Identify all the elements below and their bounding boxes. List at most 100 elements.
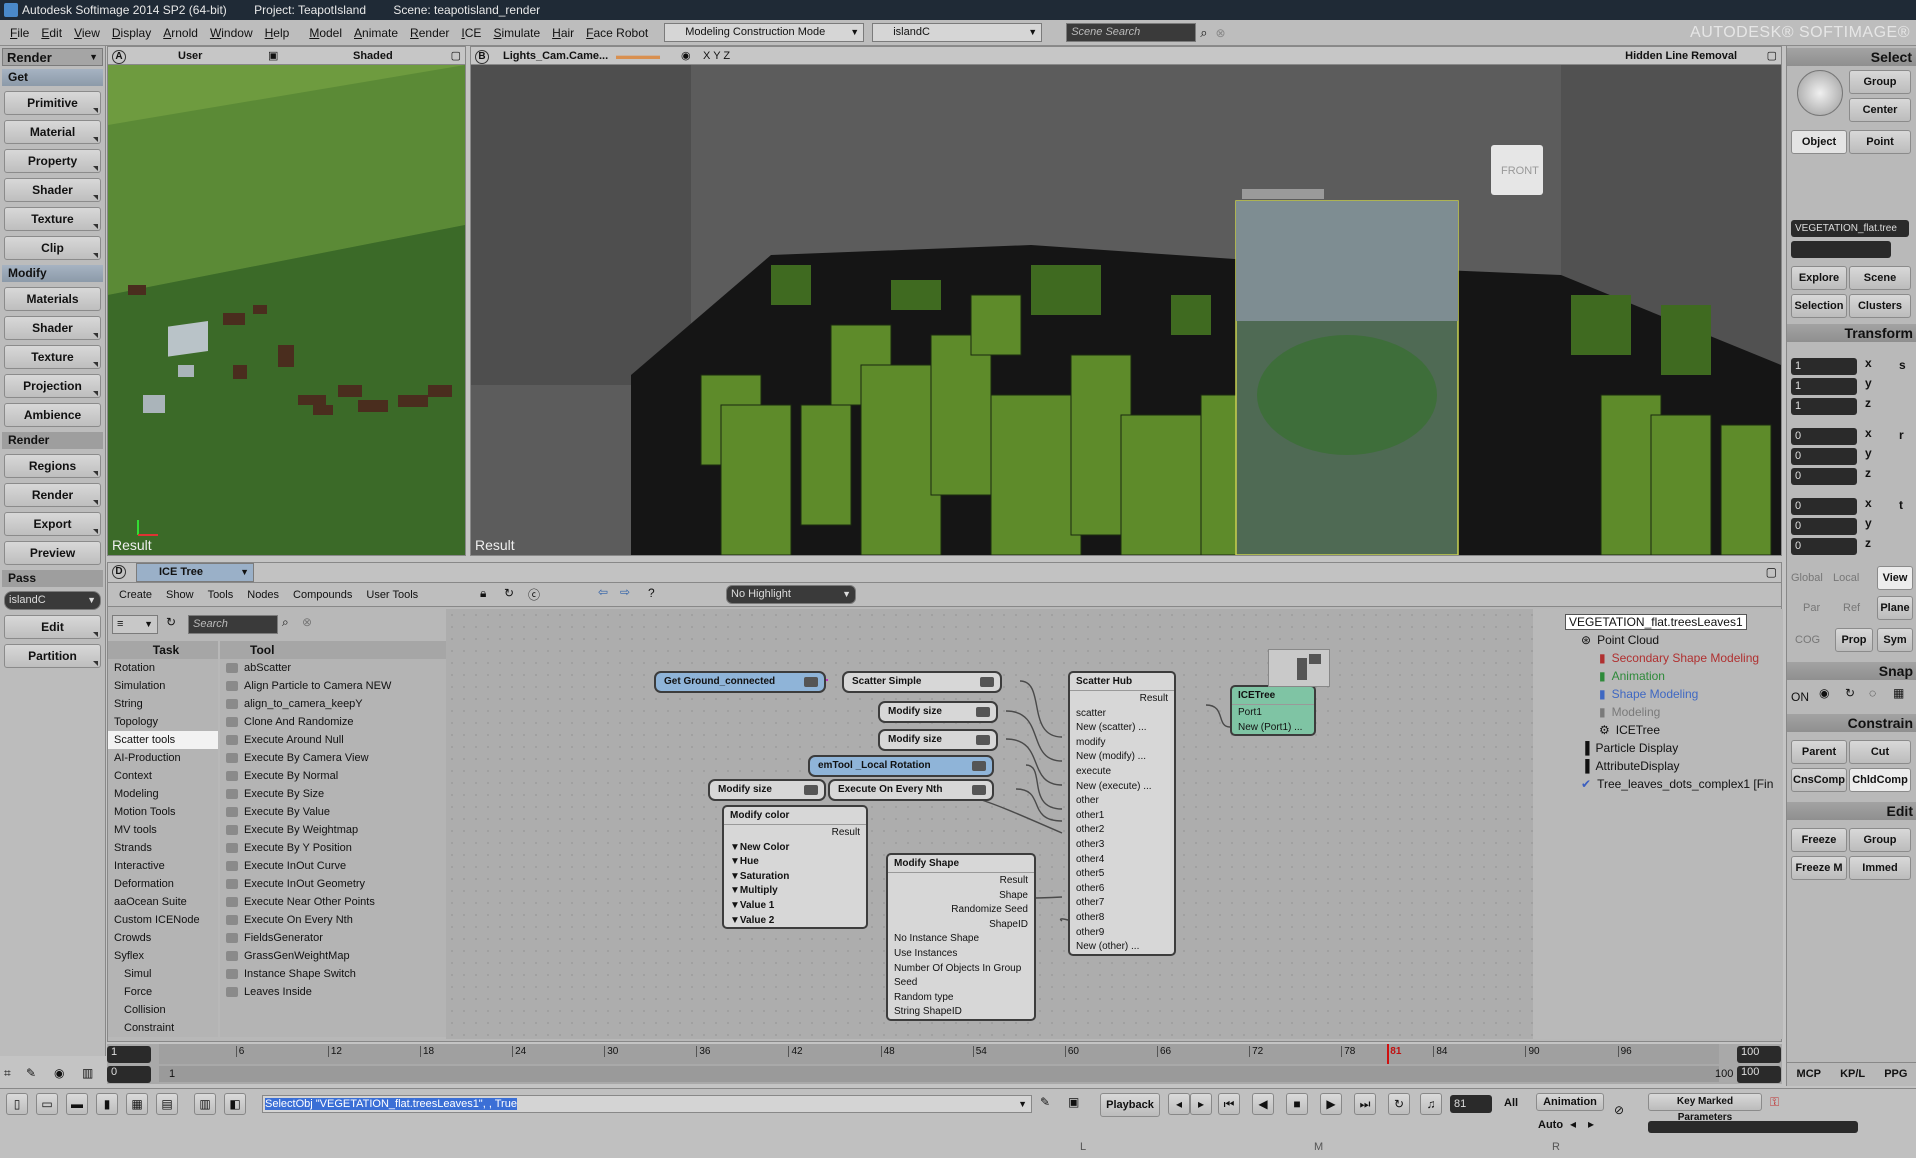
texture-button[interactable]: Texture — [4, 207, 101, 231]
graph-navigator[interactable] — [1268, 649, 1330, 687]
explorer-animation[interactable]: ▮ Animation — [1533, 667, 1783, 685]
material-button[interactable]: Material — [4, 120, 101, 144]
port-new-modify[interactable]: New (modify) ... — [1070, 749, 1174, 764]
port-saturation[interactable]: ▼Saturation — [724, 869, 866, 884]
timeline[interactable]: 1 0 6 12 18 24 30 36 42 48 54 60 66 72 78 81 84 90 96 1 … — [107, 1044, 1782, 1084]
construction-mode-combo[interactable]: Modeling Construction Mode ▼ — [664, 23, 865, 42]
snap-curve-icon[interactable]: ↻ — [1845, 686, 1855, 700]
ice-node-graph[interactable]: Get Ground_connected Scatter Simple Modi… — [446, 609, 1536, 1039]
menu-edit[interactable]: Edit — [35, 20, 68, 46]
explore-button[interactable]: Explore — [1791, 266, 1847, 290]
clear-icon[interactable]: ⓒ — [528, 586, 540, 603]
camera-icon[interactable]: ▣ — [268, 47, 278, 65]
menu-animate[interactable]: Animate — [348, 20, 404, 46]
tool-item[interactable]: FieldsGenerator — [220, 929, 446, 947]
modify-shader-button[interactable]: Shader — [4, 316, 101, 340]
task-item[interactable]: Crowds — [108, 929, 218, 947]
task-item[interactable]: Simulation — [108, 677, 218, 695]
port-other1[interactable]: other1 — [1070, 808, 1174, 823]
first-frame-icon[interactable]: ⏮ — [1218, 1093, 1240, 1115]
node-modify-shape[interactable]: Modify Shape Result Shape Randomize Seed… — [886, 853, 1036, 1021]
menu-render[interactable]: Render — [404, 20, 455, 46]
port-other7[interactable]: other7 — [1070, 895, 1174, 910]
tool-item[interactable]: Execute By Size — [220, 785, 446, 803]
clip-button[interactable]: Clip — [4, 236, 101, 260]
explorer-point-cloud[interactable]: ⊛ Point Cloud — [1533, 631, 1783, 649]
port-value-1[interactable]: ▼Value 1 — [724, 898, 866, 913]
primitive-button[interactable]: Primitive — [4, 91, 101, 115]
port-other2[interactable]: other2 — [1070, 822, 1174, 837]
chldcomp-button[interactable]: ChldComp — [1849, 768, 1911, 792]
translate-y-field[interactable]: 0 — [1791, 518, 1857, 535]
ref-toggle[interactable]: Ref — [1843, 602, 1860, 614]
snap-surface-icon[interactable]: ◌ — [1869, 686, 1876, 700]
tool-item[interactable]: Execute InOut Curve — [220, 857, 446, 875]
port-new-execute[interactable]: New (execute) ... — [1070, 779, 1174, 794]
preview-button[interactable]: Preview — [4, 541, 101, 565]
scale-x-field[interactable]: 1 — [1791, 358, 1857, 375]
projection-button[interactable]: Projection — [4, 374, 101, 398]
lock-icon[interactable]: 🔒︎ — [480, 586, 486, 601]
group-select-button[interactable]: Group — [1849, 70, 1911, 94]
task-item[interactable]: Topology — [108, 713, 218, 731]
port-port1[interactable]: Port1 — [1232, 705, 1314, 720]
viewport-letter[interactable]: B — [475, 50, 489, 64]
port-other8[interactable]: other8 — [1070, 910, 1174, 925]
menu-arnold[interactable]: Arnold — [157, 20, 204, 46]
port-new-color[interactable]: ▼New Color — [724, 840, 866, 855]
task-item[interactable]: Collision — [108, 1001, 218, 1019]
prop-toggle[interactable]: Prop — [1835, 628, 1873, 652]
layout-quad-icon[interactable]: ▦ — [126, 1093, 148, 1115]
freeze-m-button[interactable]: Freeze M — [1791, 856, 1847, 880]
port-shape[interactable]: Shape — [888, 888, 1034, 903]
port-randomize-seed[interactable]: Randomize Seed — [888, 902, 1034, 917]
preset-search-input[interactable]: Search — [188, 615, 278, 634]
menu-model[interactable]: Model — [303, 20, 348, 46]
port-string-shapeid[interactable]: String ShapeID — [888, 1004, 1034, 1019]
clusters-button[interactable]: Clusters — [1849, 294, 1911, 318]
current-frame-field[interactable]: 81 — [1450, 1095, 1492, 1113]
port-result[interactable]: Result — [724, 825, 866, 840]
refresh-icon[interactable]: ↻ — [504, 586, 514, 600]
scene-search-input[interactable]: Scene Search — [1066, 23, 1197, 42]
snap-point-icon[interactable]: ◉ — [1819, 686, 1829, 700]
tool-item[interactable]: Align Particle to Camera NEW — [220, 677, 446, 695]
node-execute-on-every-nth[interactable]: Execute On Every Nth — [828, 779, 994, 801]
cut-button[interactable]: Cut — [1849, 740, 1911, 764]
viewport-b[interactable]: B Lights_Cam.Came... ▬▬▬▬ ◉ X Y Z Hidden… — [470, 46, 1782, 556]
port-shapeid[interactable]: ShapeID — [888, 917, 1034, 932]
timeline-scene-end-field[interactable]: 100 — [1737, 1066, 1781, 1083]
freeze-button[interactable]: Freeze — [1791, 828, 1847, 852]
all-toggle[interactable]: All — [1504, 1097, 1518, 1109]
node-scatter-simple[interactable]: Scatter Simple — [842, 671, 1002, 693]
snap-on-toggle[interactable]: ON — [1791, 690, 1809, 704]
node-modify-size-3[interactable]: Modify size — [708, 779, 826, 801]
rotate-label[interactable]: r — [1899, 428, 1904, 442]
animation-menu-button[interactable]: Animation — [1536, 1093, 1604, 1111]
timeline-end-field[interactable]: 100 — [1737, 1046, 1781, 1063]
view-toggle[interactable]: View — [1877, 566, 1913, 590]
node-get-ground-connected[interactable]: Get Ground_connected — [654, 671, 826, 693]
search-icon[interactable]: ⌕ — [282, 615, 289, 630]
port-new-scatter[interactable]: New (scatter) ... — [1070, 720, 1174, 735]
audio-icon[interactable]: ♫ — [1420, 1093, 1442, 1115]
playback-button[interactable]: Playback — [1100, 1093, 1160, 1117]
menu-help[interactable]: Help — [259, 20, 296, 46]
maximize-icon[interactable]: ▢ — [1766, 565, 1777, 579]
chevron-down-icon[interactable]: ▼ — [1018, 1096, 1027, 1112]
layout-1-icon[interactable]: ▯ — [6, 1093, 28, 1115]
explorer-attribute-display[interactable]: ▐ AttributeDisplay — [1533, 757, 1783, 775]
node-scatter-hub[interactable]: Scatter Hub Result scatter New (scatter)… — [1068, 671, 1176, 956]
toolbar-combo[interactable]: Render ▼ — [2, 48, 103, 66]
panel-toggle-icon[interactable]: ▥ — [82, 1066, 93, 1080]
menu-face-robot[interactable]: Face Robot — [580, 20, 654, 46]
explorer-icetree[interactable]: ⚙ ICETree — [1533, 721, 1783, 739]
task-item[interactable]: Rotation — [108, 659, 218, 677]
auto-key-toggle[interactable]: Auto — [1538, 1119, 1563, 1131]
ice-menu-tools[interactable]: Tools — [201, 589, 241, 601]
port-use-instances[interactable]: Use Instances — [888, 946, 1034, 961]
play-backward-icon[interactable]: ◀ — [1252, 1093, 1274, 1115]
tool-item[interactable]: Instance Shape Switch — [220, 965, 446, 983]
ice-menu-create[interactable]: Create — [112, 589, 159, 601]
viewport-letter[interactable]: D — [112, 565, 126, 579]
